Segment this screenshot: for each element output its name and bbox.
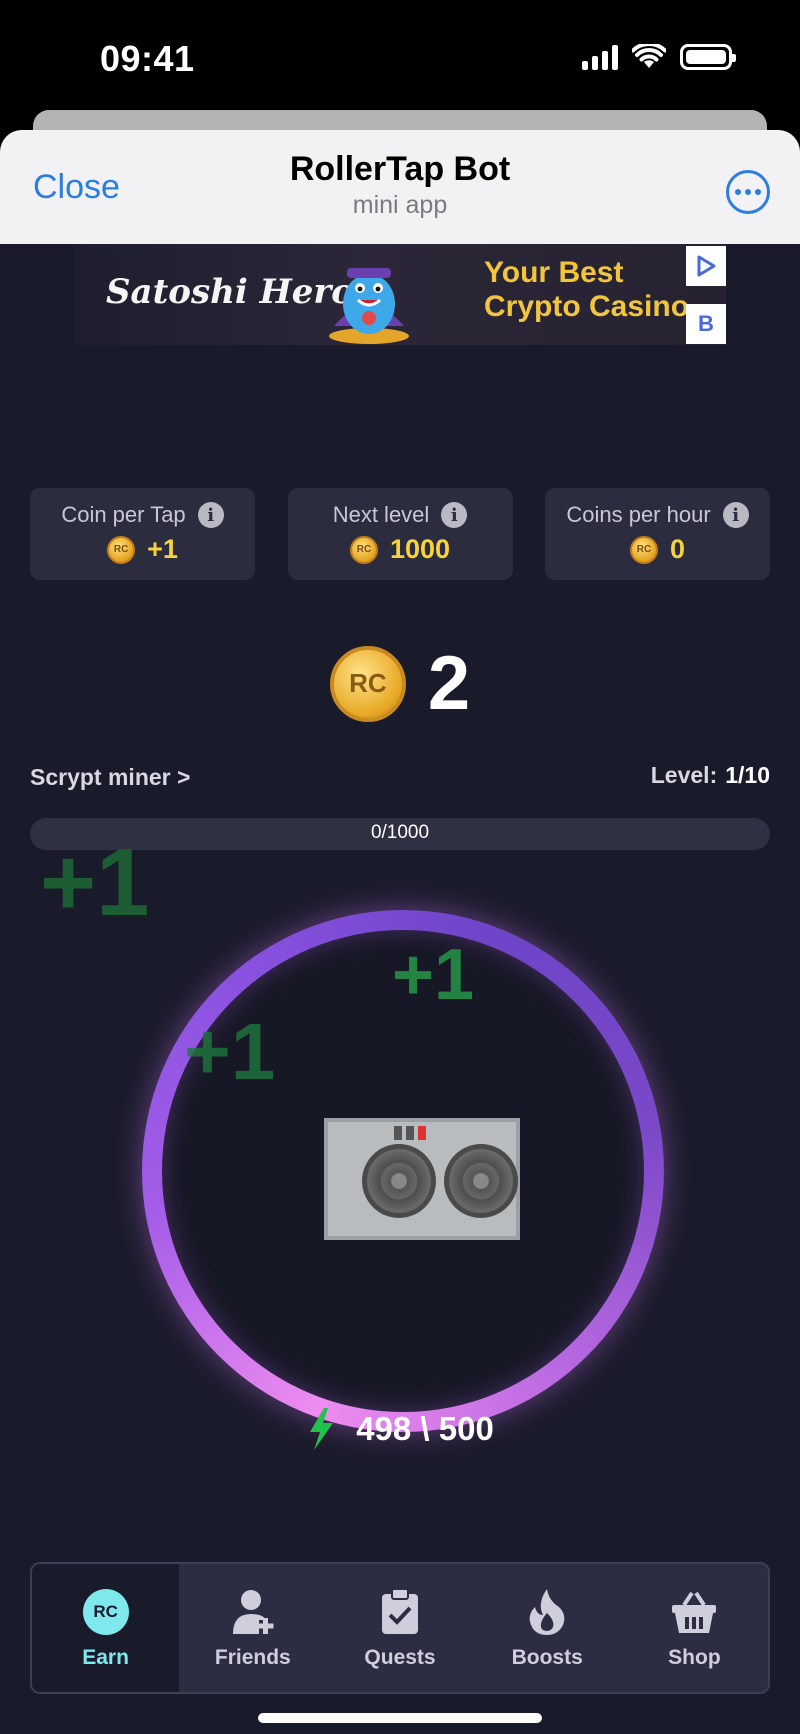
stat-next-level[interactable]: Next level i RC 1000 <box>287 488 513 580</box>
home-indicator[interactable] <box>258 1713 542 1723</box>
status-icons <box>582 44 736 70</box>
level-label: Level: <box>650 762 718 788</box>
app-title: RollerTap Bot <box>289 150 511 188</box>
clipboard-check-icon <box>374 1586 426 1638</box>
rc-coin-icon: RC <box>80 1586 132 1638</box>
stat-value-row: RC +1 <box>30 534 255 565</box>
stats-row: Coin per Tap i RC +1 Next level i RC 100… <box>30 488 770 580</box>
ad-play-icon[interactable] <box>686 246 726 286</box>
rc-coin-icon: RC <box>329 645 406 722</box>
stat-coins-per-hour[interactable]: Coins per hour i RC 0 <box>545 488 770 580</box>
ad-tagline-line1: Your Best <box>484 256 624 289</box>
rc-badge: RC <box>82 1589 129 1635</box>
stat-value-row: RC 1000 <box>288 534 513 565</box>
mascot-icon <box>329 268 409 344</box>
ad-tagline: Your Best Crypto Casino <box>484 256 689 324</box>
energy-indicator: 498 \ 500 <box>0 1408 800 1450</box>
nav-label: Earn <box>82 1646 129 1669</box>
nav-label: Shop <box>668 1646 721 1669</box>
nav-friends[interactable]: Friends <box>179 1564 326 1692</box>
title-block: RollerTap Bot mini app <box>0 150 800 220</box>
ad-banner[interactable]: Satoshi Hero Your Best Crypto Casino B <box>74 244 726 345</box>
gpu-miner-icon <box>324 1118 520 1240</box>
level-value: 1/10 <box>725 762 770 788</box>
nav-earn[interactable]: RC Earn <box>32 1564 180 1692</box>
stat-value-row: RC 0 <box>545 534 770 565</box>
level-indicator: Level: 1/10 <box>651 762 770 789</box>
floating-plus-one: +1 <box>40 829 150 936</box>
balance: RC 2 <box>0 640 800 727</box>
status-time: 09:41 <box>100 38 195 79</box>
status-bar: 09:41 <box>0 0 800 120</box>
coin-icon: RC <box>107 535 136 564</box>
floating-plus-one: +1 <box>184 1007 276 1096</box>
nav-quests[interactable]: Quests <box>326 1564 473 1692</box>
stat-label-row: Coins per hour i <box>545 502 770 528</box>
coin-icon: RC <box>629 535 658 564</box>
balance-value: 2 <box>427 641 471 726</box>
scrypt-miner-link[interactable]: Scrypt miner > <box>30 764 190 791</box>
flame-icon <box>521 1586 573 1638</box>
info-icon[interactable]: i <box>722 502 749 528</box>
energy-text: 498 \ 500 <box>356 1410 494 1447</box>
nav-label: Quests <box>364 1646 436 1669</box>
bottom-nav: RC Earn Friends Quests Boosts Shop <box>30 1562 770 1694</box>
nav-boosts[interactable]: Boosts <box>474 1564 621 1692</box>
info-icon[interactable]: i <box>441 502 468 528</box>
ad-b-icon[interactable]: B <box>686 304 726 344</box>
nav-label: Boosts <box>511 1646 583 1669</box>
ad-tagline-line2: Crypto Casino <box>484 290 690 323</box>
stat-label-row: Coin per Tap i <box>30 502 255 528</box>
stat-value: 0 <box>669 534 686 564</box>
nav-shop[interactable]: Shop <box>621 1564 768 1692</box>
floating-plus-one: +1 <box>392 935 475 1015</box>
lightning-icon <box>310 1408 334 1450</box>
stat-label: Coins per hour <box>566 502 711 527</box>
basket-icon <box>668 1586 720 1638</box>
ellipsis-circle-icon[interactable] <box>726 170 770 214</box>
signal-icon <box>582 44 618 70</box>
stat-value: 1000 <box>389 534 451 564</box>
mini-app-header: Close RollerTap Bot mini app <box>0 130 800 244</box>
stat-label-row: Next level i <box>288 502 513 528</box>
app-subtitle: mini app <box>352 191 448 219</box>
nav-label: Friends <box>214 1646 291 1669</box>
stat-label: Coin per Tap <box>61 502 186 527</box>
info-icon[interactable]: i <box>197 502 224 528</box>
stat-value: +1 <box>147 534 178 564</box>
stat-coin-per-tap[interactable]: Coin per Tap i RC +1 <box>30 488 255 580</box>
battery-icon <box>680 44 736 70</box>
wifi-icon <box>632 44 666 68</box>
app-content: Satoshi Hero Your Best Crypto Casino B C… <box>0 244 800 1734</box>
stat-label: Next level <box>332 502 430 527</box>
add-user-icon <box>227 1586 279 1638</box>
coin-icon: RC <box>349 535 378 564</box>
